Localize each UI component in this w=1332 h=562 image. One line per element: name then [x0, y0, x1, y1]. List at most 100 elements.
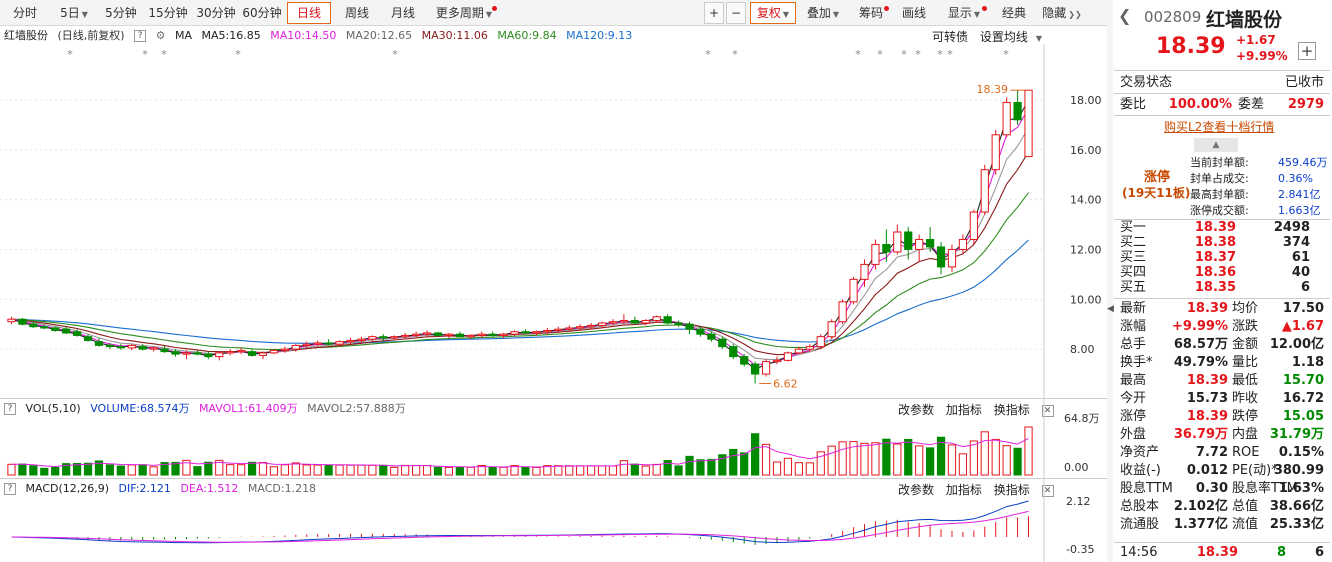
candle-body — [663, 316, 672, 324]
kline-chart[interactable]: 红墙股份 (日线,前复权) ? ⚙ MA MA5:16.85 MA10:14.5… — [0, 26, 1108, 398]
bid-row: 买三 18.37 61 — [1120, 250, 1328, 265]
period-5min[interactable]: 5分钟 — [100, 2, 142, 24]
candle-body — [269, 349, 279, 354]
candle-body — [237, 349, 246, 353]
period-5day-label: 5日 — [60, 6, 80, 20]
candle-body — [729, 346, 738, 358]
stat-value: 0.30 — [1195, 481, 1228, 496]
rights-dropdown[interactable]: 复权 ▼ — [750, 2, 796, 24]
back-icon[interactable]: ❮ — [1118, 6, 1131, 25]
stat-key: 涨跌 — [1232, 319, 1259, 334]
quote-panel: ❮ 002809 红墙股份 18.39 +1.67 +9.99% + 交易状态 已… — [1112, 0, 1332, 562]
stat-key: 涨停 — [1120, 409, 1147, 424]
event-marker-icon: * — [1003, 48, 1009, 61]
bid-volume: 2498 — [1273, 220, 1310, 235]
event-marker-icon: * — [161, 48, 167, 61]
bid-row: 买四 18.36 40 — [1120, 265, 1328, 280]
candle-body — [411, 333, 421, 336]
draw-line-button[interactable]: 画线 — [896, 2, 932, 24]
stat-value: 15.70 — [1282, 373, 1324, 388]
candle-body — [422, 332, 432, 335]
candle-body — [586, 324, 596, 328]
volume-bar — [652, 463, 661, 476]
candle-body — [7, 318, 16, 323]
candle-body — [324, 342, 333, 345]
bid-price: 18.35 — [1194, 280, 1236, 295]
chips-button[interactable]: 筹码 — [850, 2, 892, 24]
volume-bar — [565, 465, 574, 476]
candle-body — [630, 319, 639, 324]
volume-bar — [455, 466, 464, 476]
chevron-right-icon: ❯❯ — [1068, 10, 1082, 19]
volume-bar — [871, 442, 880, 476]
period-60min[interactable]: 60分钟 — [240, 2, 284, 24]
stat-key: 外盘 — [1120, 427, 1147, 442]
volume-panel[interactable]: ? VOL(5,10) VOLUME:68.574万 MAVOL1:61.409… — [0, 398, 1108, 479]
more-periods[interactable]: 更多周期 ▼ — [428, 2, 500, 24]
period-monthly[interactable]: 月线 — [382, 2, 424, 24]
event-marker-icon: * — [937, 48, 943, 61]
volume-bar — [390, 466, 399, 476]
candle-body — [401, 334, 410, 338]
candle-body — [969, 211, 978, 240]
ma-line-ma60 — [11, 192, 1029, 350]
period-minute[interactable]: 分时 — [4, 2, 46, 24]
candle-body — [871, 243, 880, 265]
volume-bar — [105, 464, 115, 476]
period-5day[interactable]: 5日 ▼ — [52, 2, 96, 24]
volume-bar — [860, 442, 869, 476]
caret-icon: ▼ — [973, 10, 981, 19]
l2-link[interactable]: 购买L2查看十档行情 — [1164, 118, 1274, 135]
period-30min[interactable]: 30分钟 — [194, 2, 238, 24]
volume-bar — [751, 433, 760, 476]
candle-body — [915, 238, 924, 250]
candle-body — [1013, 101, 1022, 121]
collapse-up-icon[interactable]: ▲ — [1194, 138, 1238, 152]
period-15min[interactable]: 15分钟 — [146, 2, 190, 24]
candle-body — [652, 316, 661, 321]
event-marker-icon: * — [392, 48, 398, 61]
candle-body — [608, 321, 618, 324]
candle-body — [565, 327, 574, 330]
zoom-in-button[interactable]: + — [704, 2, 724, 24]
stat-value: 15.73 — [1186, 391, 1228, 406]
stat-row: 涨停 18.39 跌停 15.05 — [1120, 408, 1328, 426]
zoom-out-button[interactable]: − — [726, 2, 746, 24]
volume-bar — [444, 466, 454, 476]
stat-key: 跌停 — [1232, 409, 1259, 424]
notify-dot — [492, 6, 497, 11]
hide-button[interactable]: 隐藏 ❯❯ — [1038, 2, 1086, 24]
stock-title: 红墙股份 — [1206, 9, 1283, 31]
candle-body — [597, 322, 607, 326]
y-tick-label: 8.00 — [1070, 343, 1095, 356]
ma-line-ma10 — [11, 108, 1029, 366]
period-weekly[interactable]: 周线 — [336, 2, 378, 24]
candle-body — [302, 343, 311, 346]
volume-bar — [619, 460, 629, 476]
volume-bar — [116, 465, 125, 476]
macd-panel[interactable]: ? MACD(12,26,9) DIF:2.121 DEA:1.512 MACD… — [0, 478, 1108, 562]
display-dropdown[interactable]: 显示 ▼ — [938, 2, 990, 24]
stat-row: 股息TTM 0.30 股息率TTM 1.63% — [1120, 480, 1328, 498]
candle-body — [794, 348, 803, 354]
volume-bar — [247, 461, 257, 476]
price-change: +1.67 — [1236, 33, 1276, 47]
candle-body — [783, 352, 793, 361]
classic-button[interactable]: 经典 — [996, 2, 1032, 24]
stat-value: 36.79万 — [1173, 427, 1228, 442]
stat-key: 金额 — [1232, 337, 1259, 352]
volume-bar — [7, 463, 16, 476]
candle-body — [258, 352, 268, 356]
overlay-dropdown[interactable]: 叠加 ▼ — [800, 2, 846, 24]
display-label: 显示 — [947, 6, 972, 20]
event-marker-icon: * — [67, 48, 73, 61]
stat-value: 25.33亿 — [1269, 517, 1324, 532]
stat-value: 49.79% — [1173, 355, 1228, 370]
add-watchlist-button[interactable]: + — [1298, 42, 1316, 60]
stat-key: 最高 — [1120, 373, 1147, 388]
volume-bar — [204, 461, 213, 476]
candle-body — [991, 134, 1000, 171]
candle-body — [204, 353, 213, 358]
stat-key: 流通股 — [1120, 517, 1160, 532]
period-daily[interactable]: 日线 — [287, 2, 331, 24]
